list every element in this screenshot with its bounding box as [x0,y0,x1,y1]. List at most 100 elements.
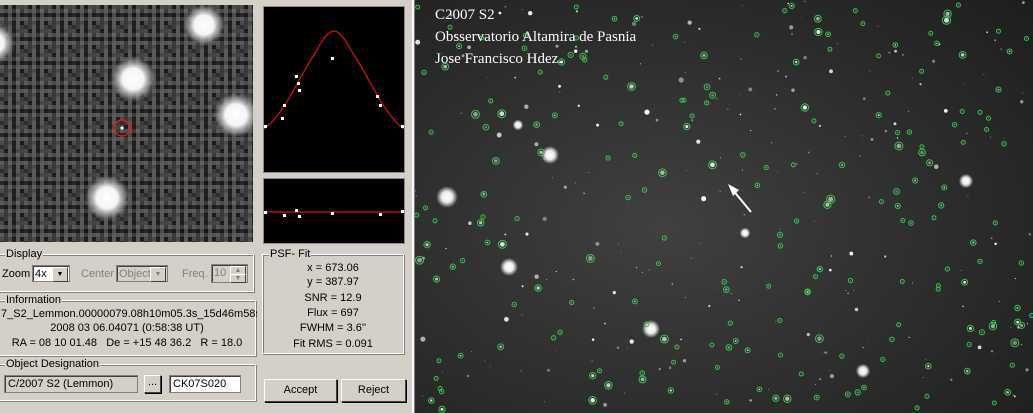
star [910,222,912,224]
star [658,367,661,371]
freq-label: Freq. [182,268,208,280]
center-select[interactable]: Object ▼ [116,265,168,282]
caption-object: C2007 S2 [435,7,495,23]
star [983,73,985,75]
star [487,77,489,79]
zoom-select[interactable]: 4x ▼ [32,265,70,282]
star [559,91,561,93]
star [674,35,677,38]
star [563,185,567,189]
bright-star [739,227,751,239]
star [845,290,847,291]
star [591,374,595,378]
star [927,365,930,368]
star [422,395,423,397]
astrometry-dialog: Display Zoom 4x ▼ Center Object ▼ Freq. … [0,0,412,413]
star [500,241,505,247]
star [837,43,838,45]
star [894,49,897,53]
star [830,255,833,257]
star [524,104,529,109]
star [814,220,816,222]
star [967,195,969,197]
star [953,124,956,126]
star [701,196,707,202]
star [498,11,502,15]
object-code-field[interactable]: CK07S020 [169,375,241,393]
star [513,303,515,306]
star [547,368,550,372]
star [943,17,950,23]
reject-button[interactable]: Reject [341,379,406,402]
star [962,305,964,308]
star [988,117,989,119]
star [575,10,578,13]
star [884,255,887,258]
star [815,276,816,278]
star [504,233,507,236]
star [699,242,701,244]
accept-button[interactable]: Accept [264,379,337,402]
star [686,169,687,171]
star [916,407,918,409]
star [740,266,743,269]
freq-spinner[interactable]: 10 ▲ ▼ [211,264,248,283]
star [979,260,981,262]
star [925,359,927,361]
star [756,34,758,36]
star [960,270,962,272]
star [521,314,523,316]
star [726,401,728,403]
star [928,161,932,165]
star [521,9,523,11]
star [979,111,981,113]
star [714,288,716,290]
star [791,88,795,92]
star [768,388,769,390]
chevron-down-icon[interactable]: ▼ [150,267,166,282]
star [794,60,798,64]
star [539,71,541,73]
center-value: Object [119,268,151,280]
star [787,2,789,5]
star [829,69,833,74]
zoom-image-view[interactable] [0,5,253,242]
star [780,354,782,356]
star [1014,395,1016,398]
star [997,88,1000,91]
chevron-down-icon[interactable]: ▼ [52,267,68,282]
star [861,135,863,137]
object-name-field[interactable]: C/2007 S2 (Lemmon) [4,375,138,393]
star [716,98,718,100]
star [869,70,871,72]
star [784,10,786,12]
browse-object-button[interactable]: ... [144,375,161,393]
star [718,77,721,80]
star [425,243,429,247]
star [818,124,821,127]
star [930,32,932,34]
star-field-image[interactable]: C2007 S2 Obsservatorio Altamira de Pasni… [415,0,1033,413]
star [629,339,634,344]
star [943,186,946,189]
psf-fwhm-value: FWHM = 3.6'' [299,322,367,334]
star [774,396,778,400]
star [937,288,939,290]
star [583,192,585,195]
object-designation-group-label: Object Designation [5,358,100,370]
star [895,190,898,193]
star [629,84,634,89]
star [775,321,777,322]
star [778,233,782,236]
star [655,118,659,122]
star [416,214,418,216]
star [676,346,678,348]
star [521,285,524,288]
star [1008,50,1011,53]
star [729,322,731,324]
spin-down-icon[interactable]: ▼ [230,274,246,283]
star [926,395,928,397]
star [840,163,844,167]
star [990,136,991,138]
star [708,305,711,308]
